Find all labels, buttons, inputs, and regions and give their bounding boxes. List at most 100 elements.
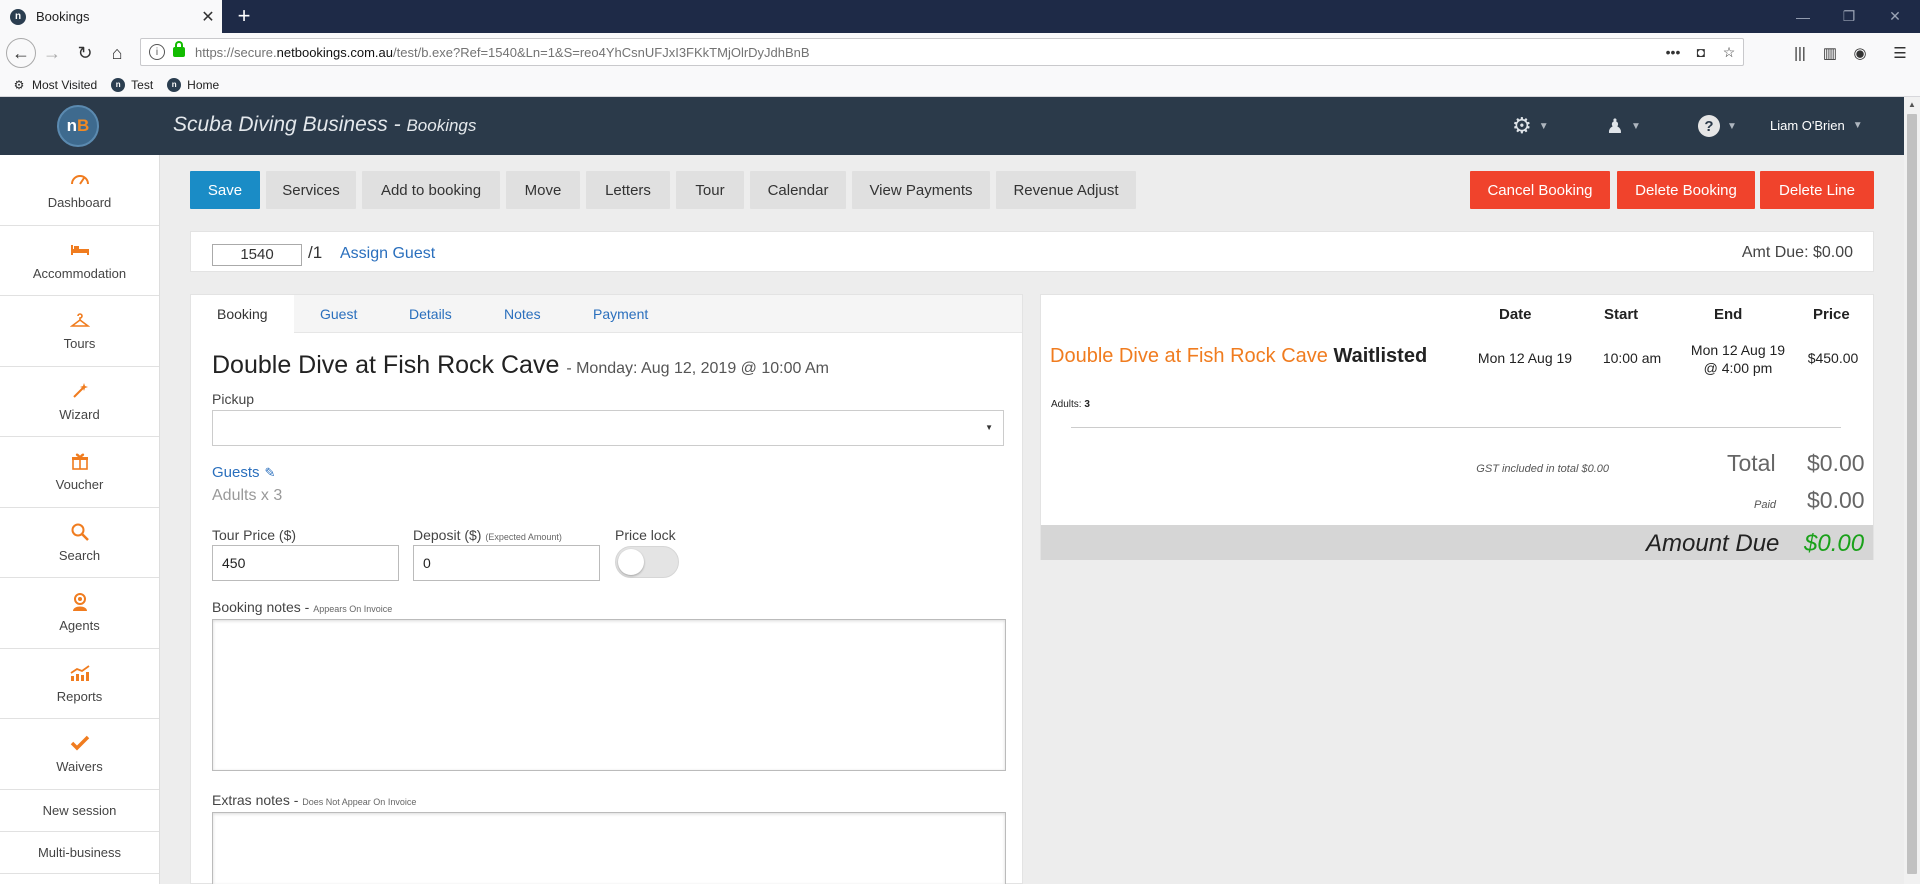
minimize-window-icon[interactable]: — xyxy=(1780,0,1826,33)
cancel-booking-button[interactable]: Cancel Booking xyxy=(1470,171,1610,209)
sidebar-item-search[interactable]: Search xyxy=(0,508,159,578)
bed-icon xyxy=(70,240,90,260)
close-window-icon[interactable]: ✕ xyxy=(1872,0,1918,33)
bookmarks-toolbar: ⚙ Most Visited n Test n Home xyxy=(0,73,1920,97)
sidebar-toggle-icon[interactable]: ▥ xyxy=(1816,39,1844,67)
tab-notes[interactable]: Notes xyxy=(504,295,541,333)
add-to-booking-button[interactable]: Add to booking xyxy=(362,171,500,209)
service-price: $450.00 xyxy=(1807,350,1859,366)
tab-payment[interactable]: Payment xyxy=(593,295,648,333)
save-button[interactable]: Save xyxy=(190,171,260,209)
bookmark-home[interactable]: n Home xyxy=(167,77,219,92)
browser-tab[interactable]: n Bookings ✕ xyxy=(0,0,222,33)
amount-due-value: $0.00 xyxy=(1804,530,1865,557)
search-icon xyxy=(70,522,90,542)
new-tab-icon[interactable]: + xyxy=(230,2,258,30)
service-line-name[interactable]: Double Dive at Fish Rock Cave Waitlisted xyxy=(1050,345,1427,368)
netbookings-logo[interactable]: nB xyxy=(57,105,99,147)
sidebar-item-waivers[interactable]: Waivers xyxy=(0,719,159,790)
booking-title: Double Dive at Fish Rock Cave - Monday: … xyxy=(212,351,829,379)
browser-navbar: ← → ↻ ⌂ i https://secure.netbookings.com… xyxy=(0,33,1920,73)
adults-count: Adults: 3 xyxy=(1051,399,1090,410)
guests-edit-link[interactable]: Guests ✎ xyxy=(212,464,275,481)
url-text[interactable]: https://secure.netbookings.com.au/test/b… xyxy=(195,45,1659,60)
library-icon[interactable]: ||| xyxy=(1786,39,1814,67)
close-tab-icon[interactable]: ✕ xyxy=(194,7,222,27)
column-header-date: Date xyxy=(1499,306,1532,323)
home-icon[interactable]: ⌂ xyxy=(103,39,131,67)
booking-form-panel: Booking Guest Details Notes Payment Doub… xyxy=(190,294,1023,884)
sidebar-item-reports[interactable]: Reports xyxy=(0,649,159,719)
toggle-knob xyxy=(618,549,644,575)
assign-guest-link[interactable]: Assign Guest xyxy=(340,245,435,263)
tour-button[interactable]: Tour xyxy=(676,171,744,209)
restore-window-icon[interactable]: ❐ xyxy=(1826,0,1872,33)
sidebar-item-voucher[interactable]: Voucher xyxy=(0,437,159,508)
pickup-select[interactable]: ▼ xyxy=(212,410,1004,446)
scroll-up-icon[interactable]: ▲ xyxy=(1904,97,1920,113)
tour-price-input[interactable]: 450 xyxy=(212,545,399,581)
settings-menu[interactable]: ⚙ ▼ xyxy=(1512,112,1549,140)
divider xyxy=(1071,427,1841,428)
browser-titlebar: n Bookings ✕ + — ❐ ✕ xyxy=(0,0,1920,33)
chevron-down-icon: ▼ xyxy=(1727,120,1737,132)
bookmark-test[interactable]: n Test xyxy=(111,77,153,92)
sidebar-item-dashboard[interactable]: Dashboard xyxy=(0,155,159,226)
scrollbar-thumb[interactable] xyxy=(1907,114,1917,874)
new-session-link[interactable]: New session xyxy=(0,790,159,832)
tab-details[interactable]: Details xyxy=(409,295,452,333)
column-header-price: Price xyxy=(1813,306,1850,323)
reload-icon[interactable]: ↻ xyxy=(71,39,99,67)
amount-due-summary: Amt Due: $0.00 xyxy=(1741,244,1853,261)
gift-icon xyxy=(71,451,89,471)
sidebar-item-tours[interactable]: Tours xyxy=(0,296,159,367)
deposit-label: Deposit ($) (Expected Amount) xyxy=(413,527,562,543)
hanger-icon xyxy=(69,310,90,330)
guests-summary: Adults x 3 xyxy=(212,487,283,504)
multi-business-link[interactable]: Multi-business xyxy=(0,832,159,874)
person-icon: ♟ xyxy=(1606,115,1624,138)
bookmark-star-icon[interactable]: ☆ xyxy=(1715,44,1743,61)
pickup-label: Pickup xyxy=(212,391,255,407)
account-icon[interactable]: ◉ xyxy=(1846,39,1874,67)
back-arrow-icon[interactable]: ← xyxy=(6,38,36,68)
booking-number-input[interactable]: 1540 xyxy=(212,244,302,266)
services-button[interactable]: Services xyxy=(266,171,356,209)
agent-icon xyxy=(71,592,89,612)
sidebar-item-agents[interactable]: Agents xyxy=(0,578,159,649)
letters-button[interactable]: Letters xyxy=(586,171,670,209)
delete-booking-button[interactable]: Delete Booking xyxy=(1617,171,1755,209)
chevron-down-icon: ▼ xyxy=(1538,120,1549,132)
price-lock-toggle[interactable] xyxy=(615,546,679,578)
move-button[interactable]: Move xyxy=(506,171,580,209)
site-info-icon[interactable]: i xyxy=(149,44,165,60)
page-scrollbar[interactable]: ▲ xyxy=(1904,97,1920,884)
page-actions-icon[interactable]: ••• xyxy=(1659,44,1687,60)
tab-booking[interactable]: Booking xyxy=(191,295,294,333)
tab-title: Bookings xyxy=(36,9,90,24)
booking-summary-panel: Date Start End Price Double Dive at Fish… xyxy=(1040,294,1874,560)
chevron-down-icon: ▼ xyxy=(1630,120,1641,132)
view-payments-button[interactable]: View Payments xyxy=(852,171,990,209)
user-profile-menu[interactable]: ♟ ▼ xyxy=(1606,112,1641,140)
pocket-icon[interactable]: ◘ xyxy=(1687,44,1715,60)
app-header: nB Scuba Diving Business - Bookings ⚙ ▼ ♟… xyxy=(0,97,1904,155)
hamburger-menu-icon[interactable]: ☰ xyxy=(1886,39,1914,67)
user-menu[interactable]: Liam O'Brien ▼ xyxy=(1770,118,1863,133)
forward-arrow-icon[interactable]: → xyxy=(38,39,66,67)
extras-notes-textarea[interactable] xyxy=(212,812,1006,884)
calendar-button[interactable]: Calendar xyxy=(750,171,846,209)
tab-guest[interactable]: Guest xyxy=(320,295,357,333)
help-menu[interactable]: ? ▼ xyxy=(1698,112,1737,140)
delete-line-button[interactable]: Delete Line xyxy=(1760,171,1874,209)
url-bar[interactable]: i https://secure.netbookings.com.au/test… xyxy=(140,38,1744,66)
booking-notes-textarea[interactable] xyxy=(212,619,1006,771)
deposit-input[interactable]: 0 xyxy=(413,545,600,581)
bookmark-most-visited[interactable]: ⚙ Most Visited xyxy=(12,78,98,92)
status-badge: Waitlisted xyxy=(1333,345,1428,367)
revenue-adjust-button[interactable]: Revenue Adjust xyxy=(996,171,1136,209)
check-icon xyxy=(70,733,90,753)
sidebar-item-wizard[interactable]: Wizard xyxy=(0,367,159,437)
sidebar-item-accommodation[interactable]: Accommodation xyxy=(0,226,159,296)
tour-price-label: Tour Price ($) xyxy=(212,527,297,543)
